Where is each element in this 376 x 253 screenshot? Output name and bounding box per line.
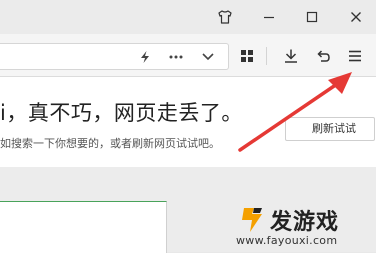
browser-toolbar	[0, 34, 376, 77]
content-panel	[0, 201, 167, 253]
watermark-url: www.fayouxi.com	[236, 234, 338, 247]
undo-icon[interactable]	[311, 45, 335, 67]
title-bar	[0, 0, 376, 34]
skin-icon[interactable]	[211, 4, 239, 30]
error-headline: i，真不巧，网页走丢了。	[0, 101, 243, 125]
toolbar-divider	[266, 47, 267, 65]
apps-grid-icon[interactable]	[235, 45, 259, 67]
refresh-button[interactable]: 刷新试试	[285, 117, 375, 141]
chevron-down-icon[interactable]	[196, 44, 220, 69]
more-icon[interactable]	[164, 44, 188, 69]
watermark-title: 发游戏	[270, 210, 340, 235]
watermark-logo-icon	[242, 208, 262, 232]
error-card: i，真不巧，网页走丢了。 如搜索一下你想要的，或者刷新网页试试吧。 刷新试试	[0, 77, 376, 167]
address-bar[interactable]	[0, 43, 229, 70]
error-subtext: 如搜索一下你想要的，或者刷新网页试试吧。	[0, 137, 220, 150]
lightning-icon[interactable]	[133, 44, 157, 69]
menu-icon[interactable]	[343, 45, 367, 67]
minimize-icon[interactable]	[255, 4, 283, 30]
maximize-icon[interactable]	[298, 4, 326, 30]
download-icon[interactable]	[279, 45, 303, 67]
watermark: 发游戏 www.fayouxi.com	[236, 204, 376, 252]
close-icon[interactable]	[342, 4, 370, 30]
